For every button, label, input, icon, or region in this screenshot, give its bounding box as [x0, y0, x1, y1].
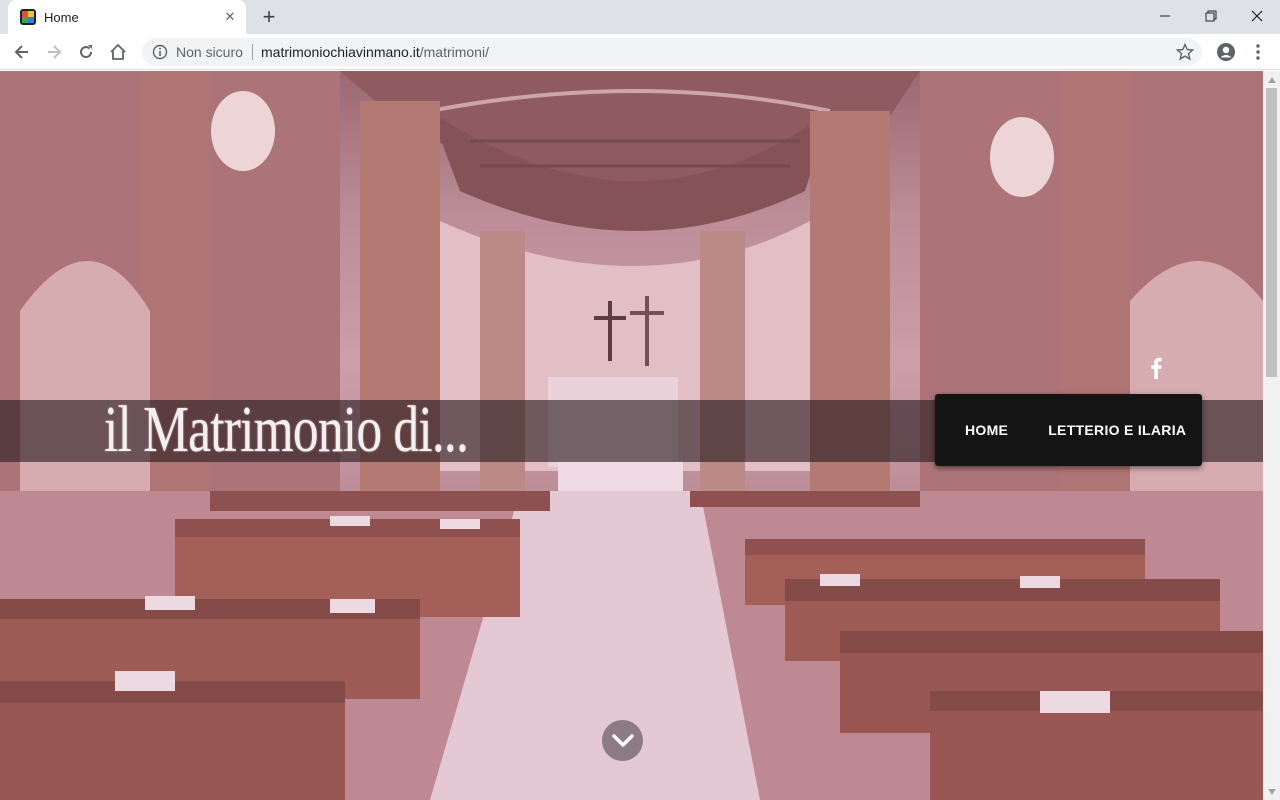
security-status[interactable]: Non sicuro — [176, 44, 243, 60]
reload-icon — [80, 45, 93, 59]
back-button[interactable] — [10, 40, 34, 64]
address-bar[interactable]: Non sicuro matrimoniochiavinmano.it/matr… — [142, 38, 1202, 66]
account-button[interactable] — [1216, 42, 1236, 62]
scrollbar-thumb[interactable] — [1266, 88, 1277, 377]
forward-button[interactable] — [42, 40, 66, 64]
facebook-icon — [1151, 357, 1162, 379]
tab-title: Home — [44, 10, 79, 25]
chevron-down-icon — [611, 733, 634, 747]
browser-tab-home[interactable]: Home ✕ — [8, 0, 246, 34]
url-path: /matrimoni/ — [419, 44, 489, 60]
back-arrow-icon — [14, 45, 28, 59]
restore-icon — [1205, 10, 1217, 22]
page-scrollbar[interactable] — [1263, 71, 1280, 800]
browser-menu-button[interactable] — [1248, 42, 1268, 62]
info-icon[interactable] — [152, 44, 168, 60]
hero-section: il Matrimonio di... HOME LETTERIO E ILAR… — [0, 71, 1263, 800]
forward-arrow-icon — [48, 45, 62, 59]
facebook-link[interactable] — [1145, 355, 1167, 381]
page-viewport: il Matrimonio di... HOME LETTERIO E ILAR… — [0, 71, 1280, 800]
home-icon — [110, 43, 126, 60]
nav-item-home[interactable]: HOME — [965, 394, 1008, 466]
url-host: matrimoniochiavinmano.it — [261, 44, 420, 60]
minimize-icon — [1160, 15, 1170, 17]
scroll-up-arrow-icon[interactable] — [1263, 71, 1280, 88]
restore-button[interactable] — [1188, 0, 1234, 32]
kebab-menu-icon — [1256, 44, 1260, 60]
minimize-button[interactable] — [1142, 0, 1188, 32]
home-button[interactable] — [106, 40, 130, 64]
address-divider — [252, 44, 253, 60]
tab-strip: Home ✕ + — [0, 0, 1280, 34]
nav-item-letterio-e-ilaria[interactable]: LETTERIO E ILARIA — [1048, 394, 1186, 466]
site-favicon-icon — [20, 9, 36, 25]
scroll-down-arrow-icon[interactable] — [1263, 783, 1280, 800]
scroll-down-button[interactable] — [602, 720, 643, 761]
new-tab-button[interactable]: + — [258, 6, 280, 29]
url-text[interactable]: matrimoniochiavinmano.it/matrimoni/ — [261, 44, 489, 60]
account-icon — [1217, 43, 1235, 61]
tab-close-icon[interactable]: ✕ — [222, 9, 238, 25]
close-icon — [1251, 10, 1263, 22]
browser-toolbar: Non sicuro matrimoniochiavinmano.it/matr… — [0, 34, 1280, 70]
site-title[interactable]: il Matrimonio di... — [104, 394, 469, 466]
star-icon[interactable] — [1176, 43, 1194, 61]
main-nav: HOME LETTERIO E ILARIA — [935, 394, 1202, 466]
close-window-button[interactable] — [1234, 0, 1280, 32]
reload-button[interactable] — [74, 40, 98, 64]
